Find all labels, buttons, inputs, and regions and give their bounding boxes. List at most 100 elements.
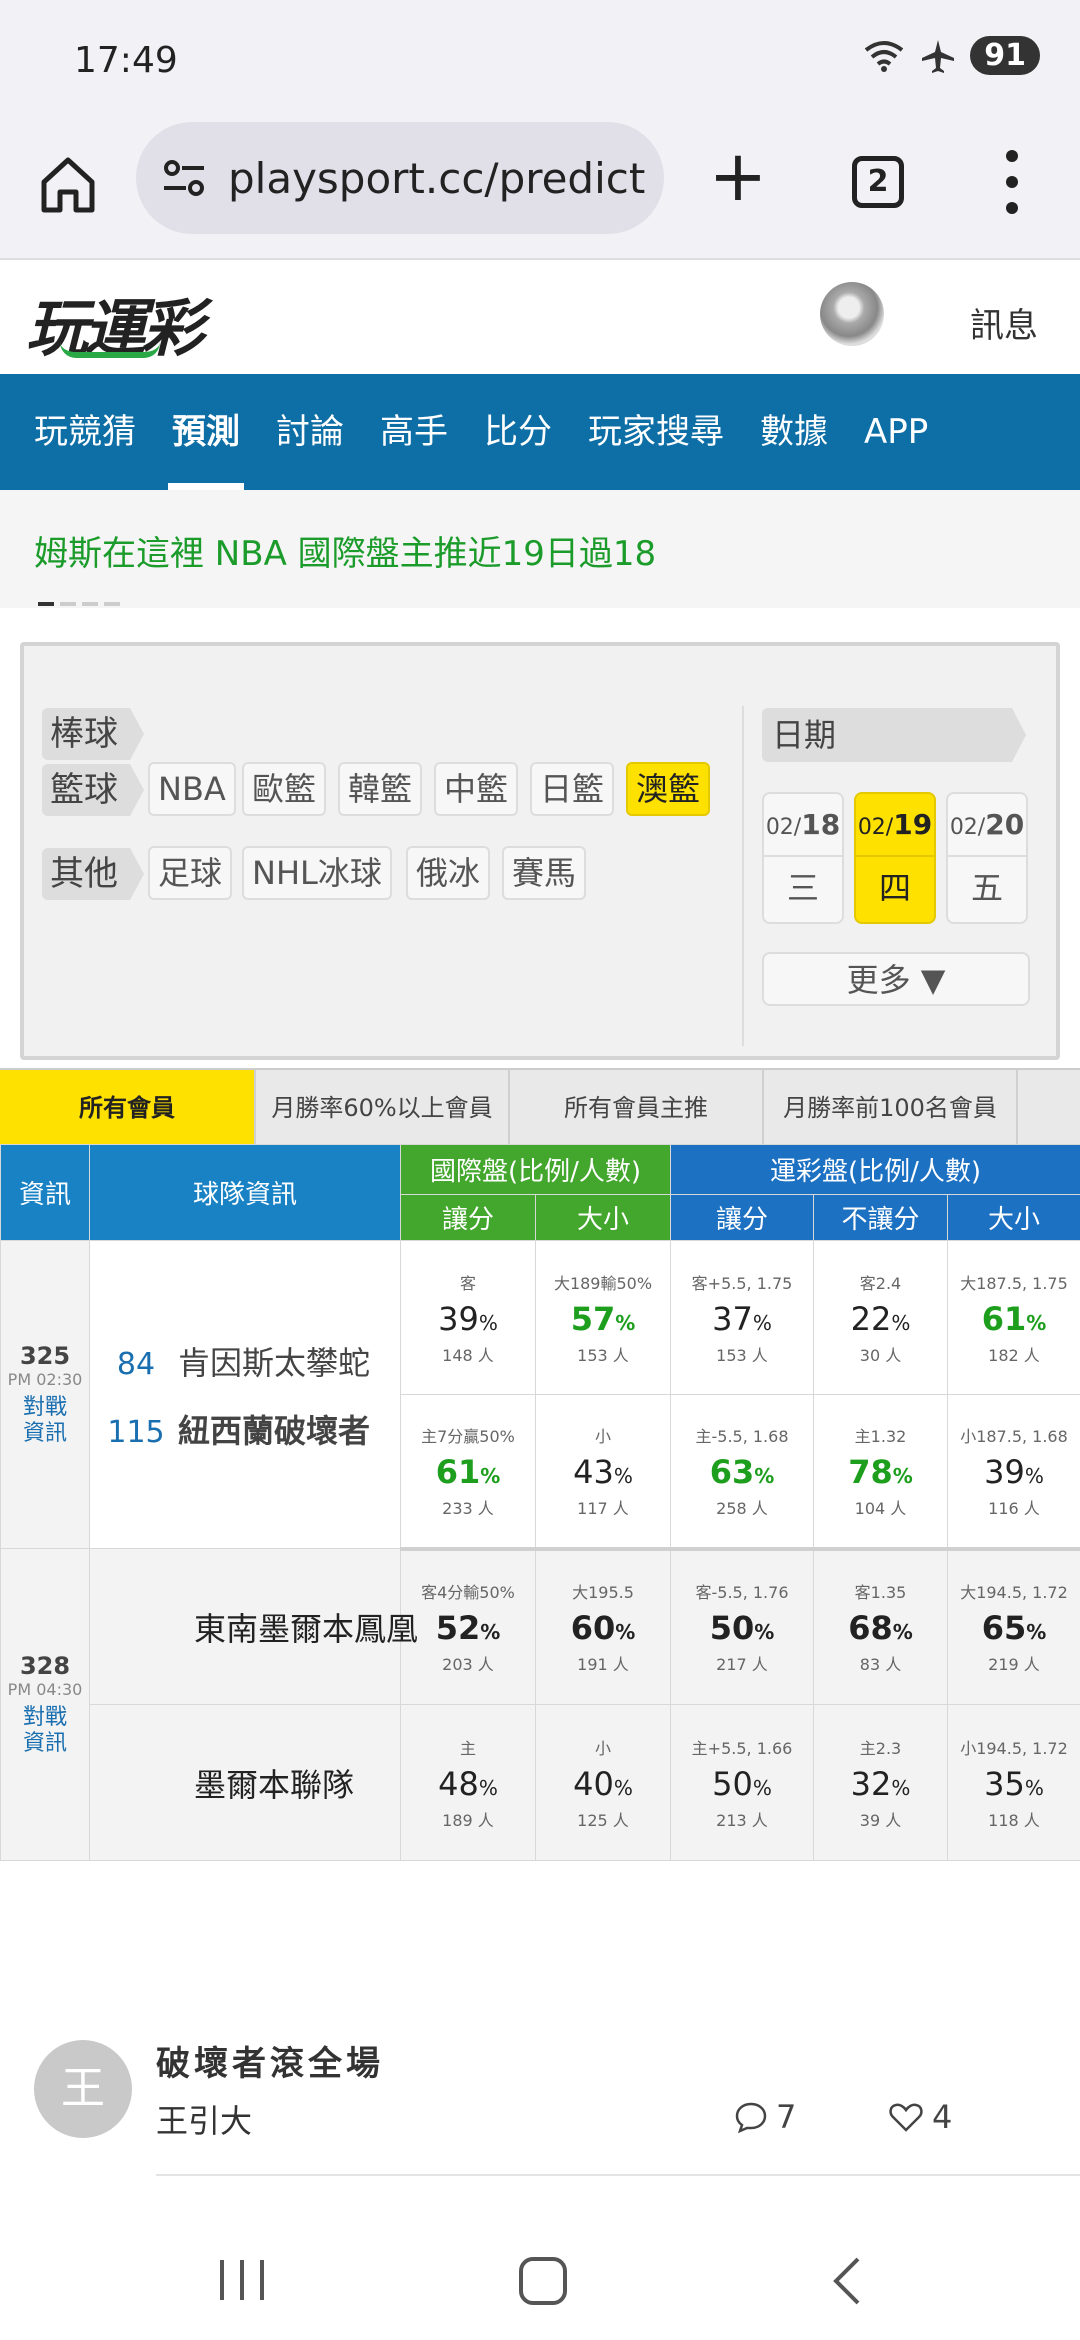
url-bar[interactable]: playsport.cc/predict — [136, 122, 664, 234]
pick-cell[interactable]: 客1.35 68% 83 人 — [813, 1548, 948, 1705]
nav-item-games[interactable]: 玩競猜 — [0, 374, 154, 490]
post-author-avatar[interactable]: 王 — [34, 2040, 132, 2138]
header-sport-moneyline: 不讓分 — [813, 1194, 948, 1241]
game-time: PM 02:30 — [7, 1370, 83, 1389]
league-japan-basketball[interactable]: 日籃 — [530, 762, 615, 816]
home-team[interactable]: 紐西蘭破壞者 — [178, 1412, 370, 1450]
header-info: 資訊 — [0, 1144, 90, 1241]
more-menu-icon[interactable] — [1000, 150, 1024, 214]
header-sport-ou: 大小 — [947, 1194, 1080, 1241]
pick-cell[interactable]: 主-5.5, 1.68 63% 258 人 — [670, 1394, 814, 1551]
heart-icon — [889, 2103, 923, 2132]
matchup-link[interactable]: 對戰 資訊 — [1, 1395, 89, 1447]
predictions-table: 資訊 球隊資訊 國際盤(比例/人數) 運彩盤(比例/人數) 讓分 大小 讓分 不… — [0, 1144, 1080, 1861]
league-soccer[interactable]: 足球 — [148, 846, 233, 900]
league-korea-basketball[interactable]: 韓籃 — [338, 762, 423, 816]
nav-item-forum[interactable]: 討論 — [258, 374, 362, 490]
pick-cell[interactable]: 主1.32 78% 104 人 — [813, 1394, 948, 1551]
league-china-basketball[interactable]: 中籃 — [434, 762, 519, 816]
pick-cell[interactable]: 客-5.5, 1.76 50% 217 人 — [670, 1548, 814, 1705]
game-row-325-away: 325 PM 02:30 對戰 資訊 84 肯因斯太攀蛇 115 紐西蘭破壞者 客 39… — [0, 1240, 1080, 1549]
game-id: 325 — [19, 1342, 71, 1370]
tab-top-100[interactable]: 月勝率前100名會員 — [764, 1070, 1018, 1146]
header-intl-spread: 讓分 — [400, 1194, 536, 1241]
date-card-0219[interactable]: 02/19 四 — [854, 792, 936, 924]
recent-apps-icon[interactable] — [218, 2258, 266, 2302]
system-nav-bar — [0, 2200, 1080, 2340]
pick-cell[interactable]: 主2.3 32% 39 人 — [813, 1704, 948, 1861]
date-card-0218[interactable]: 02/18 三 — [762, 792, 844, 924]
category-other[interactable]: 其他 — [42, 848, 144, 900]
nav-item-predict[interactable]: 預測 — [154, 374, 258, 490]
home-icon[interactable] — [36, 152, 100, 216]
pick-cell[interactable]: 小 43% 117 人 — [535, 1394, 671, 1551]
pick-cell[interactable]: 主 48% 189 人 — [400, 1704, 536, 1861]
messages-link[interactable]: 訊息 — [970, 298, 1038, 347]
pick-cell[interactable]: 客+5.5, 1.75 37% 153 人 — [670, 1240, 814, 1395]
away-team[interactable]: 肯因斯太攀蛇 — [178, 1344, 370, 1382]
nav-item-app[interactable]: APP — [846, 374, 946, 490]
league-euro-basketball[interactable]: 歐籃 — [242, 762, 327, 816]
post-author[interactable]: 王引大 — [156, 2096, 252, 2142]
pick-cell[interactable]: 客 39% 148 人 — [400, 1240, 536, 1395]
header-sport-lottery: 運彩盤(比例/人數) — [670, 1144, 1080, 1195]
away-score: 84 — [116, 1346, 156, 1382]
pick-cell[interactable]: 客4分輸50% 52% 203 人 — [400, 1548, 536, 1705]
tab-all-member-picks[interactable]: 所有會員主推 — [510, 1070, 764, 1146]
game-info-328: 328 PM 04:30 對戰 資訊 — [0, 1548, 90, 1861]
new-tab-button[interactable]: + — [706, 141, 770, 211]
game-id: 328 — [19, 1652, 71, 1680]
home-score: 115 — [107, 1414, 165, 1450]
nav-item-stats[interactable]: 數據 — [742, 374, 846, 490]
game-time: PM 04:30 — [7, 1680, 83, 1699]
home-nav-icon[interactable] — [518, 2256, 568, 2306]
game-info-325: 325 PM 02:30 對戰 資訊 — [0, 1240, 90, 1549]
pick-cell[interactable]: 小187.5, 1.68 39% 116 人 — [947, 1394, 1080, 1551]
site-header: 玩運彩 訊息 — [0, 262, 1080, 374]
pick-cell[interactable]: 大195.5 60% 191 人 — [535, 1548, 671, 1705]
status-icons: 91 — [862, 36, 1040, 75]
pick-cell[interactable]: 大187.5, 1.75 61% 182 人 — [947, 1240, 1080, 1395]
ticker-headline[interactable]: 姆斯在這裡 NBA 國際盤主推近19日過18 — [34, 526, 656, 575]
matchup-link[interactable]: 對戰 資訊 — [1, 1705, 89, 1757]
logo-swoosh — [60, 342, 160, 358]
away-team[interactable]: 東南墨爾本鳳凰 — [106, 1610, 418, 1648]
more-dates-button[interactable]: 更多 ▼ — [762, 952, 1030, 1006]
league-nba[interactable]: NBA — [148, 762, 236, 816]
nav-item-player-search[interactable]: 玩家搜尋 — [570, 374, 742, 490]
tab-switcher-button[interactable]: 2 — [852, 156, 904, 208]
nav-item-scores[interactable]: 比分 — [466, 374, 570, 490]
post-comments[interactable]: 7 — [734, 2098, 796, 2136]
news-ticker: 姆斯在這裡 NBA 國際盤主推近19日過18 — [0, 490, 1080, 608]
url-text: playsport.cc/predict — [228, 153, 646, 203]
pick-cell[interactable]: 主+5.5, 1.66 50% 213 人 — [670, 1704, 814, 1861]
category-baseball[interactable]: 棒球 — [42, 708, 144, 760]
pick-cell[interactable]: 主7分贏50% 61% 233 人 — [400, 1394, 536, 1551]
wifi-icon — [865, 40, 904, 72]
league-australia-basketball[interactable]: 澳籃 — [626, 762, 711, 816]
pick-cell[interactable]: 大189輸50% 57% 153 人 — [535, 1240, 671, 1395]
panel-divider — [742, 706, 744, 1046]
pick-cell[interactable]: 小194.5, 1.72 35% 118 人 — [947, 1704, 1080, 1861]
pick-cell[interactable]: 客2.4 22% 30 人 — [813, 1240, 948, 1395]
browser-toolbar: playsport.cc/predict + 2 — [0, 120, 1080, 260]
pick-cell[interactable]: 大194.5, 1.72 65% 219 人 — [947, 1548, 1080, 1705]
game-row-328-home: 墨爾本聯隊 主 48% 189 人 小 40% 125 人 主+5.5, 1.66 50%… — [1, 1704, 1080, 1861]
ticker-pagination — [38, 602, 120, 606]
post-title[interactable]: 破壞者滾全場 — [156, 2036, 384, 2085]
back-icon[interactable] — [828, 2256, 864, 2306]
date-card-0220[interactable]: 02/20 五 — [946, 792, 1028, 924]
teams-325: 84 肯因斯太攀蛇 115 紐西蘭破壞者 — [89, 1240, 401, 1549]
pick-cell[interactable]: 小 40% 125 人 — [535, 1704, 671, 1861]
site-settings-icon[interactable] — [160, 154, 208, 202]
tab-win-rate-60[interactable]: 月勝率60%以上會員 — [256, 1070, 510, 1146]
tab-all-members[interactable]: 所有會員 — [0, 1070, 256, 1160]
league-horse-racing[interactable]: 賽馬 — [502, 846, 587, 900]
league-nhl[interactable]: NHL冰球 — [242, 846, 392, 900]
category-basketball[interactable]: 籃球 — [42, 764, 144, 816]
league-khl[interactable]: 俄冰 — [406, 846, 491, 900]
home-team[interactable]: 墨爾本聯隊 — [106, 1766, 354, 1804]
nav-item-experts[interactable]: 高手 — [362, 374, 466, 490]
user-avatar[interactable] — [820, 282, 884, 346]
post-likes[interactable]: 4 — [888, 2098, 952, 2136]
